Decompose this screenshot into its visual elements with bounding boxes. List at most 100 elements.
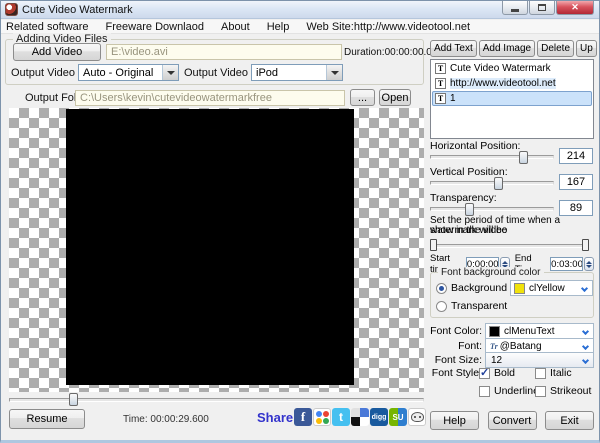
delicious-icon[interactable] [351, 408, 369, 426]
list-item-selected[interactable]: T 1 [432, 91, 592, 106]
font-background-group-label: Font background color [438, 267, 544, 278]
close-icon: ✕ [571, 2, 579, 13]
menu-freeware-download[interactable]: Freeware Downlaod [106, 21, 204, 33]
convert-button[interactable]: Convert [488, 411, 537, 430]
digg-icon[interactable]: digg [370, 408, 388, 426]
vertical-position-thumb[interactable] [494, 177, 503, 190]
spin-down-icon [586, 265, 592, 268]
list-item[interactable]: T Cute Video Watermark [432, 61, 592, 76]
font-name-value: @Batang [500, 341, 583, 352]
menu-website[interactable]: Web Site:http://www.videotool.net [306, 21, 470, 33]
vertical-position-track[interactable] [430, 181, 554, 185]
exit-button[interactable]: Exit [545, 411, 594, 430]
output-size-dropdown-button[interactable] [162, 65, 178, 80]
output-format-value: iPod [252, 67, 326, 79]
up-button[interactable]: Up [576, 40, 597, 57]
horizontal-position-track[interactable] [430, 155, 554, 159]
font-size-select[interactable]: 12 [485, 352, 594, 368]
share-label: Share: [257, 410, 297, 425]
horizontal-position-value[interactable] [559, 148, 593, 164]
check-icon: ✓ [480, 366, 489, 379]
text-watermark-icon: T [435, 63, 446, 74]
transparency-value[interactable] [559, 200, 593, 216]
title-bar[interactable]: Cute Video Watermark ✕ [1, 1, 599, 19]
google-icon[interactable] [313, 408, 331, 426]
end-time-field[interactable] [550, 257, 583, 271]
font-name-label: Font: [430, 340, 482, 352]
watermark-list[interactable]: T Cute Video Watermark T http://www.vide… [430, 59, 594, 139]
add-video-button[interactable]: Add Video [13, 43, 101, 61]
twitter-icon[interactable]: t [332, 408, 350, 426]
font-color-label: Font Color: [430, 325, 482, 337]
open-folder-button[interactable]: Open [379, 89, 411, 106]
window-title: Cute Video Watermark [22, 4, 133, 16]
delete-button[interactable]: Delete [537, 40, 574, 57]
minimize-button[interactable] [502, 1, 528, 15]
chevron-down-icon [582, 356, 589, 363]
duration-label: Duration:00:00:00.000 [344, 47, 443, 58]
share-icon-row: f t digg SU [294, 408, 426, 426]
output-format-select[interactable]: iPod [251, 64, 343, 81]
app-logo-icon [5, 3, 18, 16]
horizontal-position-label: Horizontal Position: [430, 140, 520, 152]
background-color-radio[interactable] [436, 283, 447, 294]
italic-option[interactable]: Italic [535, 367, 572, 379]
bold-option[interactable]: ✓ Bold [479, 367, 515, 379]
italic-checkbox[interactable] [535, 368, 546, 379]
video-path-field[interactable] [106, 44, 342, 60]
text-watermark-icon: T [435, 78, 446, 89]
period-range-slider[interactable] [430, 239, 590, 253]
maximize-button[interactable] [529, 1, 555, 15]
dropdown-arrow-icon [167, 71, 175, 75]
list-item-label: Cute Video Watermark [450, 63, 551, 74]
reddit-icon[interactable] [408, 408, 426, 426]
background-color-select[interactable]: clYellow [510, 280, 593, 296]
facebook-icon[interactable]: f [294, 408, 312, 426]
underline-checkbox[interactable] [479, 386, 490, 397]
strikeout-option[interactable]: Strikeout [535, 385, 591, 397]
browse-folder-button[interactable]: ... [350, 89, 375, 106]
chevron-down-icon [582, 327, 589, 334]
list-item[interactable]: T http://www.videotool.net [432, 76, 592, 91]
vertical-position-value[interactable] [559, 174, 593, 190]
font-color-select[interactable]: clMenuText [485, 323, 594, 339]
bold-checkbox[interactable]: ✓ [479, 368, 490, 379]
output-format-dropdown-button[interactable] [326, 65, 342, 80]
period-range-track[interactable] [430, 244, 589, 248]
chevron-down-icon [581, 284, 588, 291]
resume-button[interactable]: Resume [9, 409, 85, 429]
menu-help[interactable]: Help [267, 21, 290, 33]
strikeout-checkbox[interactable] [535, 386, 546, 397]
google-glyph [316, 411, 329, 424]
transparency-label: Transparency: [430, 192, 497, 204]
reddit-alien-glyph [411, 412, 424, 422]
menu-related-software[interactable]: Related software [6, 21, 89, 33]
add-text-button[interactable]: Add Text [430, 40, 477, 57]
font-color-value: clMenuText [504, 326, 583, 337]
transparent-radio[interactable] [436, 301, 447, 312]
period-description-line2: show in the video [430, 226, 507, 236]
transparent-option[interactable]: Transparent [436, 300, 507, 312]
seek-slider[interactable] [9, 394, 424, 406]
horizontal-position-thumb[interactable] [519, 151, 528, 164]
bold-label: Bold [494, 367, 515, 379]
seek-thumb[interactable] [69, 393, 78, 406]
add-image-button[interactable]: Add Image [479, 40, 535, 57]
underline-option[interactable]: Underline [479, 385, 539, 397]
font-style-label: Font Style: [430, 367, 482, 379]
output-size-select[interactable]: Auto - Original [78, 64, 179, 81]
menu-about[interactable]: About [221, 21, 250, 33]
close-button[interactable]: ✕ [556, 1, 594, 15]
stumbleupon-icon[interactable]: SU [389, 408, 407, 426]
font-size-label: Font Size: [430, 354, 482, 366]
strikeout-label: Strikeout [550, 385, 591, 397]
help-button[interactable]: Help [430, 411, 479, 430]
transparency-track[interactable] [430, 207, 554, 211]
video-frame [66, 109, 354, 385]
period-end-thumb[interactable] [582, 239, 589, 251]
output-folder-field[interactable] [75, 90, 345, 106]
period-start-thumb[interactable] [430, 239, 437, 251]
output-size-value: Auto - Original [79, 67, 162, 79]
end-time-spinner[interactable] [584, 257, 594, 271]
menu-bar: Related software Freeware Downlaod About… [1, 20, 599, 34]
